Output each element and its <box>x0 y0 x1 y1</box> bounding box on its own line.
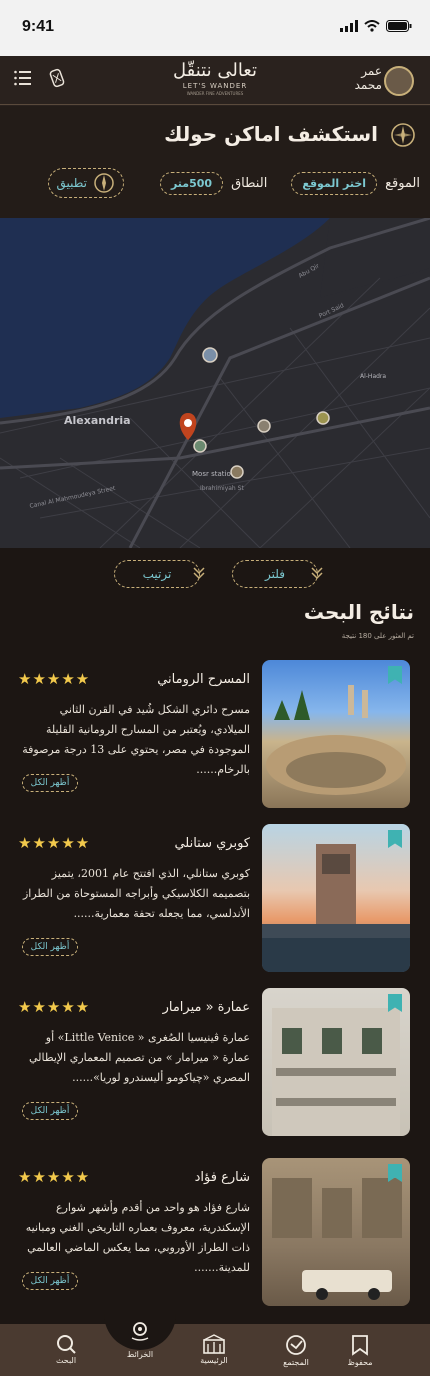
status-time: 9:41 <box>22 18 55 35</box>
filter-icon <box>311 567 323 580</box>
card-description: كوبري ستانلي، الذي افتتح عام 2001، يتميز… <box>22 867 250 920</box>
nav-home-label: الرئيسية <box>200 1356 228 1365</box>
range-picker[interactable]: 500متر <box>159 171 224 195</box>
card-description: مسرح دائري الشكل شُيد في القرن الثاني ال… <box>22 703 250 776</box>
card-description: عمارة ڤينيسيا الصُغرى « Little Venice» أ… <box>28 1031 250 1084</box>
wifi-icon <box>364 20 380 32</box>
explore-controls: الموقع اختر الموقع النطاق 500متر تطبيق <box>10 168 420 198</box>
map-pin-icon <box>131 1322 149 1341</box>
rating-stars: ★★★★★ <box>18 1168 91 1186</box>
sort-button[interactable]: ترتيب <box>114 560 200 588</box>
status-icons <box>340 20 412 32</box>
filter-button[interactable]: فلتر <box>232 560 318 588</box>
nav-maps[interactable]: الخرائط <box>112 1320 168 1359</box>
result-card[interactable]: كوبري ستانلي ★★★★★ كوبري ستانلي، الذي اف… <box>0 822 430 982</box>
user-name: عمر محمد <box>355 64 382 92</box>
map-marker[interactable] <box>257 419 271 433</box>
rating-stars: ★★★★★ <box>18 998 91 1016</box>
rating-stars: ★★★★★ <box>18 834 91 852</box>
lantern-icon[interactable] <box>48 66 66 90</box>
nav-home[interactable]: الرئيسية <box>186 1334 242 1365</box>
results-count: تم العثور على 180 نتيجة <box>341 632 414 640</box>
stanley-bridge-illustration <box>262 844 410 972</box>
avatar[interactable] <box>384 66 414 96</box>
card-description: شارع فؤاد هو واحد من أقدم وأشهر شوارع ال… <box>25 1201 250 1274</box>
result-card[interactable]: المسرح الروماني ★★★★★ مسرح دائري الشكل ش… <box>0 658 430 818</box>
app-logo: تعالى نتنقّل LET'S WANDER WANDER FINE AD… <box>168 60 262 102</box>
header-divider <box>0 104 430 105</box>
apply-label: تطبيق <box>56 176 87 190</box>
result-card[interactable]: شارع فؤاد ★★★★★ شارع فؤاد هو واحد من أقد… <box>0 1156 430 1316</box>
nav-community[interactable]: المجتمع <box>268 1334 324 1367</box>
card-image <box>262 660 410 808</box>
map-marker[interactable] <box>230 465 244 479</box>
map-marker[interactable] <box>316 411 330 425</box>
map-place-label: Mosr station <box>192 470 235 478</box>
fouad-street-illustration <box>272 1178 402 1300</box>
map-city-label: Alexandria <box>64 414 131 427</box>
compass-icon <box>391 123 415 147</box>
sort-icon <box>193 567 205 580</box>
miramar-building-illustration <box>272 1008 400 1136</box>
card-image <box>262 988 410 1136</box>
signal-icon <box>340 20 358 32</box>
bookmark-nav-icon <box>352 1335 368 1356</box>
roman-theatre-illustration <box>266 685 406 795</box>
nav-community-label: المجتمع <box>283 1358 309 1367</box>
card-image <box>262 824 410 972</box>
logo-arabic: تعالى نتنقّل <box>173 60 257 81</box>
card-title: كوبري ستانلي <box>174 836 250 851</box>
show-all-link[interactable]: أظهر الكل <box>22 1102 78 1120</box>
results-title: نتائج البحث <box>303 600 414 624</box>
nav-search-label: البحث <box>55 1356 77 1365</box>
user-first-name: عمر <box>361 64 382 78</box>
range-label: النطاق <box>231 175 268 191</box>
location-label: الموقع <box>385 175 420 191</box>
show-all-link[interactable]: أظهر الكل <box>22 938 78 956</box>
map-marker[interactable] <box>193 439 207 453</box>
map-canvas: Alexandria Mosr station Al-Hadra Ibrahim… <box>0 218 430 548</box>
show-all-link[interactable]: أظهر الكل <box>22 774 78 792</box>
menu-icon[interactable] <box>14 70 32 86</box>
show-all-link[interactable]: أظهر الكل <box>22 1272 78 1290</box>
map-view[interactable]: Alexandria Mosr station Al-Hadra Ibrahim… <box>0 218 430 548</box>
map-street-label: Ibrahimiyah St <box>200 485 244 492</box>
map-place-label: Al-Hadra <box>360 373 386 380</box>
logo-english: LET'S WANDER <box>182 82 248 90</box>
location-picker[interactable]: اختر الموقع <box>291 171 378 195</box>
rating-stars: ★★★★★ <box>18 670 91 688</box>
home-icon <box>203 1334 225 1354</box>
user-last-name: محمد <box>354 78 382 92</box>
search-icon <box>57 1335 76 1354</box>
apply-button[interactable]: تطبيق <box>47 168 124 198</box>
battery-icon <box>386 20 412 32</box>
apply-compass-icon <box>94 173 114 193</box>
sort-label: ترتيب <box>142 567 172 581</box>
status-bar: 9:41 <box>0 0 430 56</box>
nav-saved-label: محفوظ <box>347 1358 373 1367</box>
card-title: المسرح الروماني <box>157 672 250 687</box>
map-marker[interactable] <box>202 347 218 363</box>
filter-label: فلتر <box>265 567 285 581</box>
nav-search[interactable]: البحث <box>38 1334 94 1365</box>
card-title: عمارة « ميرامار <box>162 1000 250 1015</box>
card-title: شارع فؤاد <box>194 1170 250 1185</box>
result-card[interactable]: عمارة « ميرامار ★★★★★ عمارة ڤينيسيا الصُ… <box>0 986 430 1146</box>
card-image <box>262 1158 410 1306</box>
nav-saved[interactable]: محفوظ <box>332 1334 388 1367</box>
community-icon <box>286 1335 306 1355</box>
nav-maps-label: الخرائط <box>126 1350 154 1359</box>
logo-tagline: WANDER FINE ADVENTURES <box>186 91 244 96</box>
explore-title: استكشف اماكن حولك <box>164 122 378 146</box>
